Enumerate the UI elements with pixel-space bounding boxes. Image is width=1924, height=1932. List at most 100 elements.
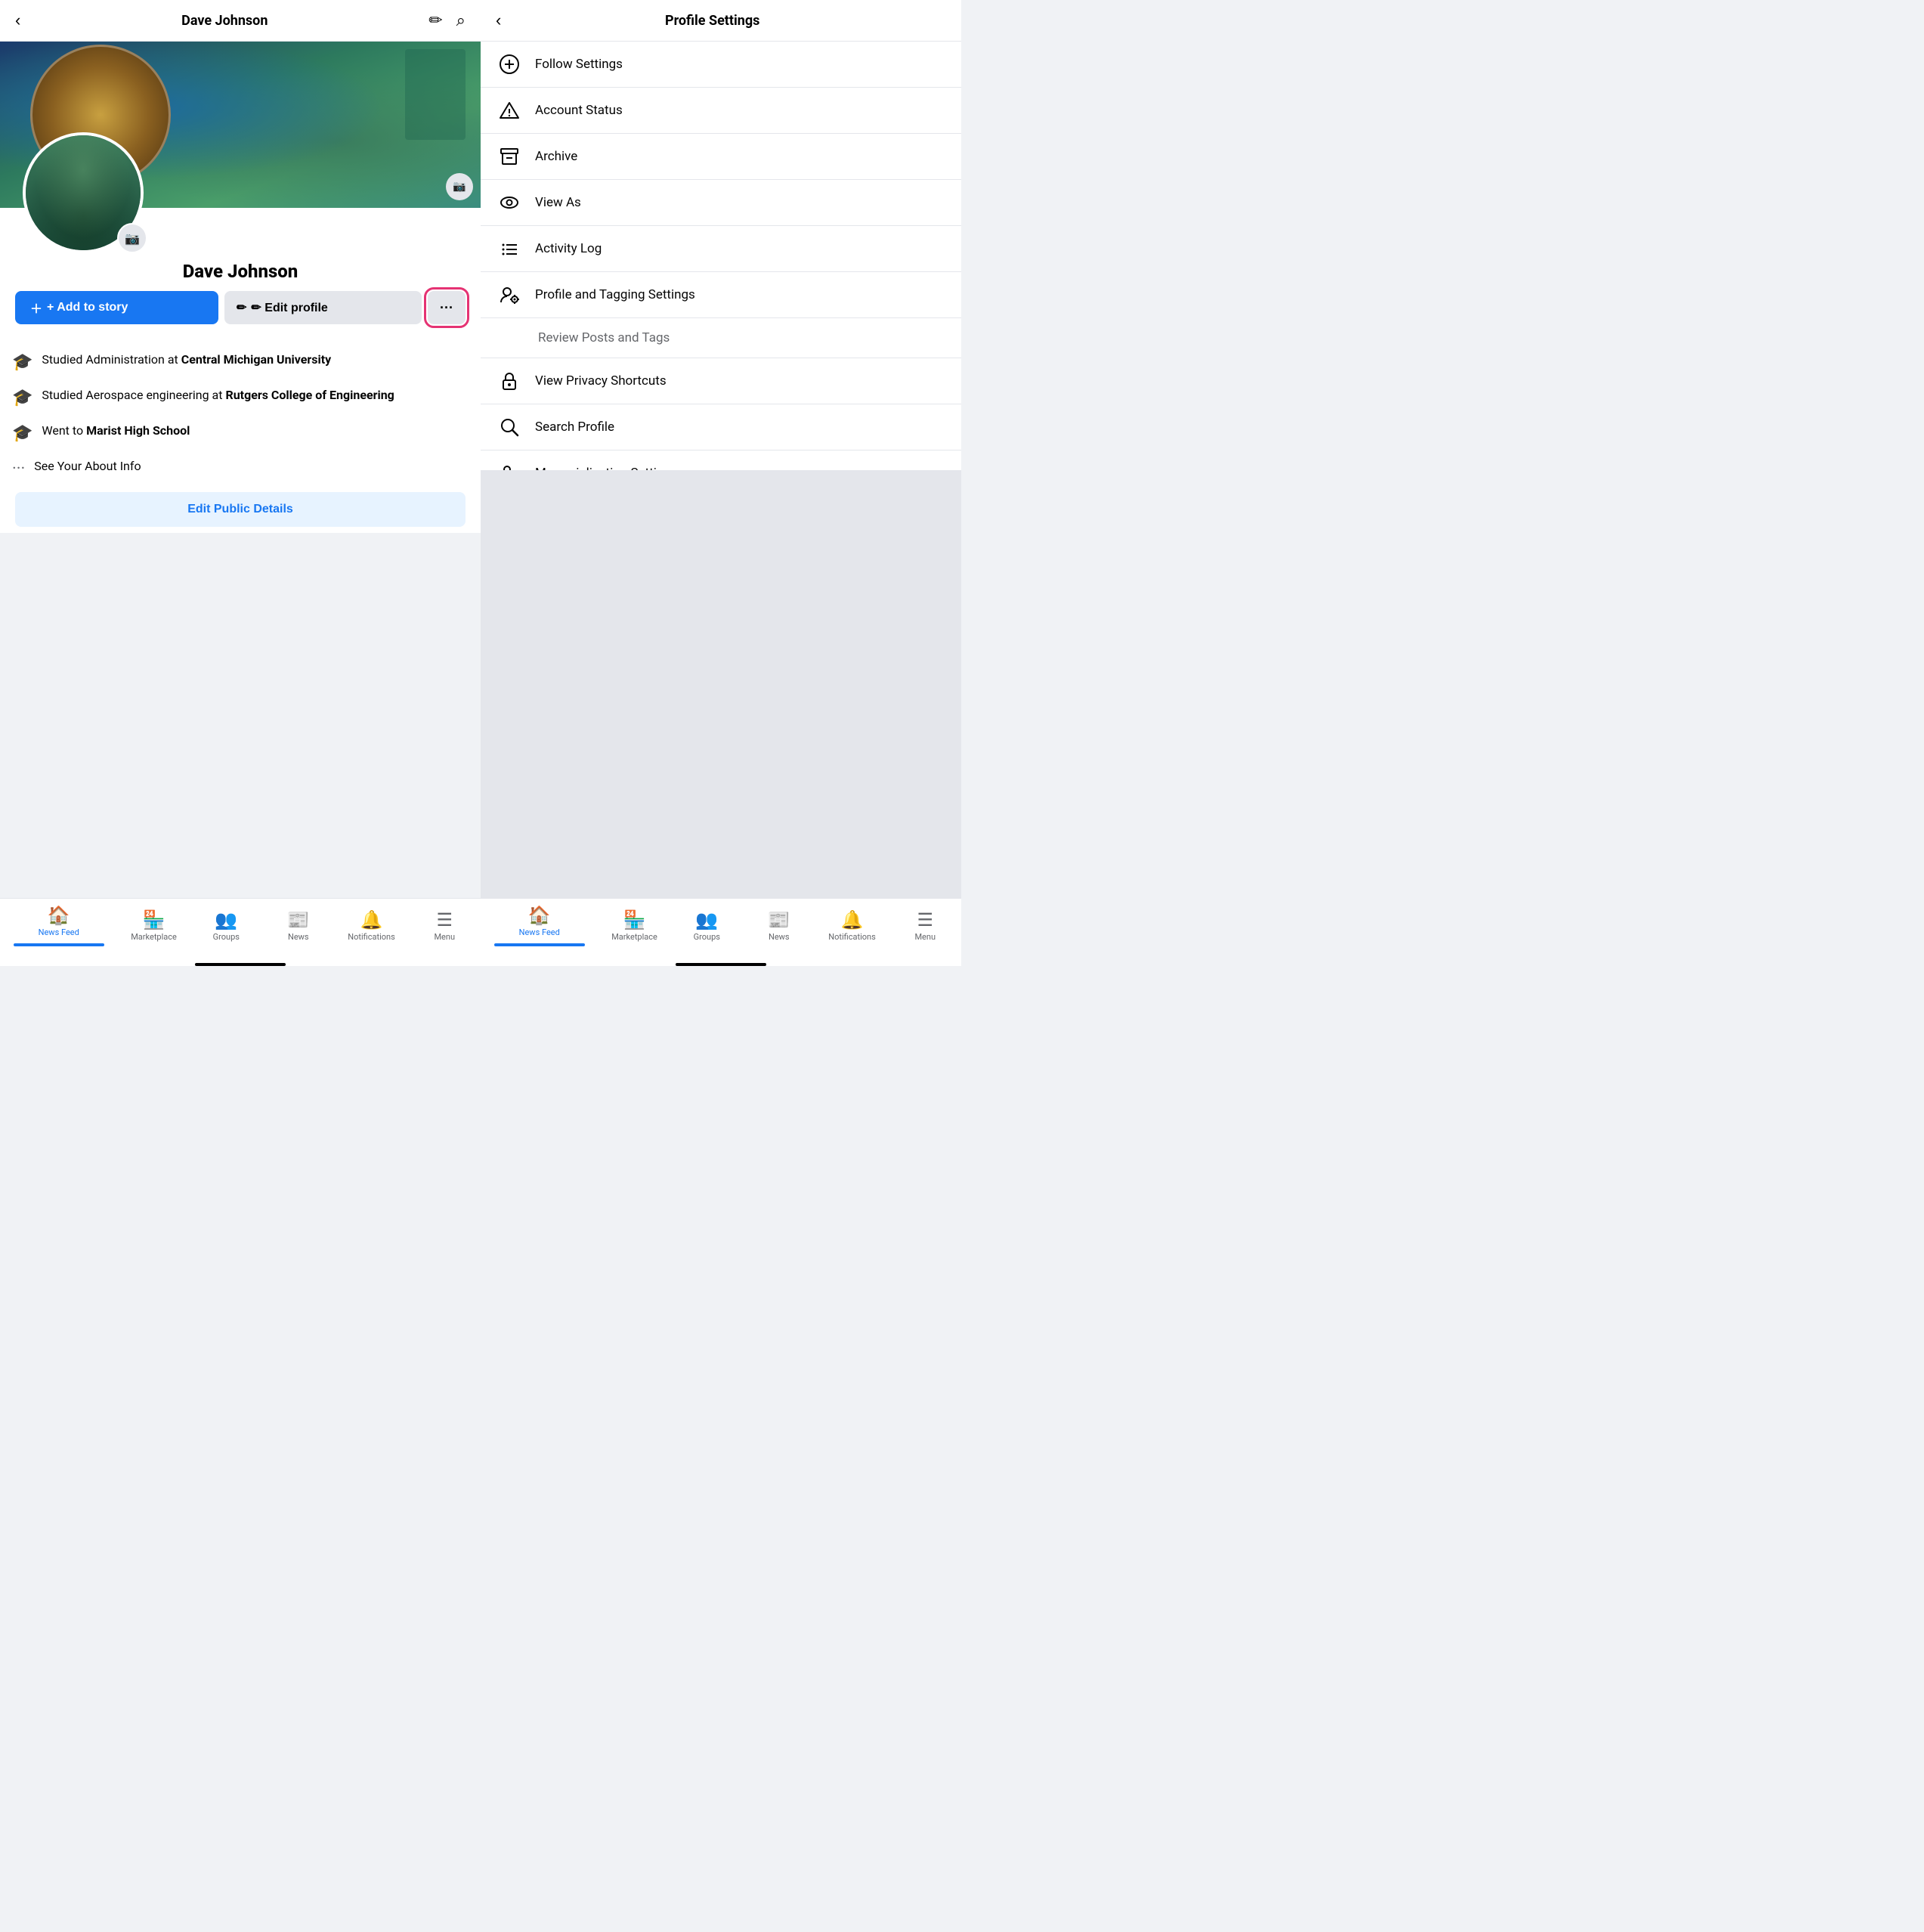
add-to-story-button[interactable]: ＋ + Add to story	[15, 291, 218, 324]
more-options-button[interactable]: ···	[428, 291, 466, 324]
search-profile-icon	[496, 416, 523, 438]
groups-icon: 👥	[215, 909, 237, 930]
bio-item-highschool: 🎓 Went to Marist High School	[8, 415, 473, 450]
memorialization-icon	[496, 463, 523, 470]
settings-item-search-profile[interactable]: Search Profile	[481, 404, 961, 450]
right-nav-label-notifications: Notifications	[828, 932, 876, 942]
settings-item-profile-tagging[interactable]: Profile and Tagging Settings	[481, 272, 961, 318]
follow-settings-label: Follow Settings	[535, 57, 623, 72]
bio-list: 🎓 Studied Administration at Central Mich…	[0, 344, 481, 486]
back-button[interactable]: ‹	[15, 11, 20, 30]
education-icon-3: 🎓	[12, 424, 32, 443]
edit-icon[interactable]: ✏	[428, 11, 442, 30]
menu-icon: ☰	[436, 909, 453, 930]
nav-item-marketplace[interactable]: 🏪 Marketplace	[131, 909, 177, 942]
follow-settings-icon	[496, 54, 523, 75]
education-icon-2: 🎓	[12, 389, 32, 407]
right-nav-item-notifications[interactable]: 🔔 Notifications	[828, 909, 876, 942]
bottom-nav-left: 🏠 News Feed 🏪 Marketplace 👥 Groups 📰 New…	[0, 898, 481, 958]
account-status-label: Account Status	[535, 103, 623, 118]
right-notifications-icon: 🔔	[841, 909, 864, 930]
left-panel: ‹ Dave Johnson ✏ ⌕ 📷 📷 Dave Johnson ＋ + …	[0, 0, 481, 966]
right-nav-active-indicator	[494, 943, 585, 946]
privacy-shortcuts-icon	[496, 370, 523, 392]
bio-item-aerospace: 🎓 Studied Aerospace engineering at Rutge…	[8, 379, 473, 415]
nav-label-marketplace: Marketplace	[131, 932, 177, 942]
settings-item-follow[interactable]: Follow Settings	[481, 42, 961, 88]
page-title: Dave Johnson	[181, 13, 268, 29]
cover-photo: 📷 📷	[0, 42, 481, 208]
nav-item-news[interactable]: 📰 News	[276, 909, 321, 942]
bio-item-administration: 🎓 Studied Administration at Central Mich…	[8, 344, 473, 379]
right-nav-label-menu: Menu	[914, 932, 936, 942]
profile-name: Dave Johnson	[183, 261, 298, 282]
plus-icon: ＋	[30, 299, 42, 317]
avatar-camera-button[interactable]: 📷	[117, 223, 147, 253]
edit-public-details-button[interactable]: Edit Public Details	[15, 492, 466, 527]
view-as-icon	[496, 192, 523, 213]
nav-item-newsfeed[interactable]: 🏠 News Feed	[14, 905, 104, 946]
settings-item-privacy-shortcuts[interactable]: View Privacy Shortcuts	[481, 358, 961, 404]
right-nav-item-news[interactable]: 📰 News	[756, 909, 802, 942]
bio-item-about[interactable]: ··· See Your About Info	[8, 450, 473, 486]
bottom-nav-right: 🏠 News Feed 🏪 Marketplace 👥 Groups 📰 New…	[481, 898, 961, 958]
nav-label-newsfeed: News Feed	[39, 927, 79, 937]
settings-item-memorialization[interactable]: Memorialization Settings	[481, 450, 961, 470]
settings-header: ‹ Profile Settings	[481, 0, 961, 42]
settings-item-review-posts[interactable]: Review Posts and Tags	[481, 318, 961, 358]
review-posts-label: Review Posts and Tags	[538, 330, 670, 345]
archive-label: Archive	[535, 149, 577, 164]
right-home-icon: 🏠	[528, 905, 551, 926]
right-nav-label-newsfeed: News Feed	[519, 927, 560, 937]
search-profile-label: Search Profile	[535, 420, 614, 435]
nav-item-menu[interactable]: ☰ Menu	[422, 909, 467, 942]
profile-tagging-icon	[496, 284, 523, 305]
gray-area	[481, 470, 961, 899]
right-nav-item-marketplace[interactable]: 🏪 Marketplace	[611, 909, 657, 942]
more-dots-icon: ···	[12, 460, 25, 478]
view-as-label: View As	[535, 195, 581, 210]
settings-item-account-status[interactable]: Account Status	[481, 88, 961, 134]
notifications-icon: 🔔	[360, 909, 383, 930]
account-status-icon	[496, 100, 523, 121]
right-groups-icon: 👥	[695, 909, 718, 930]
archive-icon	[496, 146, 523, 167]
content-spacer	[0, 533, 481, 898]
pencil-icon: ✏	[237, 300, 246, 315]
activity-log-label: Activity Log	[535, 241, 602, 256]
settings-item-view-as[interactable]: View As	[481, 180, 961, 226]
nav-item-notifications[interactable]: 🔔 Notifications	[348, 909, 395, 942]
nav-item-groups[interactable]: 👥 Groups	[203, 909, 249, 942]
right-nav-item-newsfeed[interactable]: 🏠 News Feed	[494, 905, 585, 946]
education-icon-1: 🎓	[12, 353, 32, 372]
nav-active-indicator	[14, 943, 104, 946]
left-header: ‹ Dave Johnson ✏ ⌕	[0, 0, 481, 42]
privacy-shortcuts-label: View Privacy Shortcuts	[535, 373, 667, 389]
right-menu-icon: ☰	[917, 909, 933, 930]
profile-info: Dave Johnson ＋ + Add to story ✏ ✏ Edit p…	[0, 261, 481, 344]
search-icon[interactable]: ⌕	[456, 11, 466, 30]
nav-label-groups: Groups	[213, 932, 240, 942]
settings-back-button[interactable]: ‹	[496, 11, 501, 30]
settings-item-activity-log[interactable]: Activity Log	[481, 226, 961, 272]
home-icon: 🏠	[48, 905, 70, 926]
right-news-icon: 📰	[768, 909, 790, 930]
right-nav-item-groups[interactable]: 👥 Groups	[684, 909, 729, 942]
news-icon: 📰	[287, 909, 310, 930]
right-marketplace-icon: 🏪	[623, 909, 646, 930]
right-nav-label-marketplace: Marketplace	[611, 932, 657, 942]
home-indicator-left	[195, 963, 286, 966]
nav-label-notifications: Notifications	[348, 932, 395, 942]
right-panel: ‹ Profile Settings Follow Settings	[481, 0, 961, 966]
nav-label-menu: Menu	[434, 932, 455, 942]
profile-actions: ＋ + Add to story ✏ ✏ Edit profile ···	[15, 291, 466, 324]
right-nav-item-menu[interactable]: ☰ Menu	[902, 909, 948, 942]
marketplace-icon: 🏪	[143, 909, 165, 930]
cover-camera-button[interactable]: 📷	[446, 173, 473, 200]
settings-list: Follow Settings Account Status	[481, 42, 961, 470]
settings-title: Profile Settings	[501, 13, 946, 29]
settings-item-archive[interactable]: Archive	[481, 134, 961, 180]
edit-profile-button[interactable]: ✏ ✏ Edit profile	[224, 291, 422, 324]
activity-log-icon	[496, 238, 523, 259]
nav-label-news: News	[288, 932, 309, 942]
